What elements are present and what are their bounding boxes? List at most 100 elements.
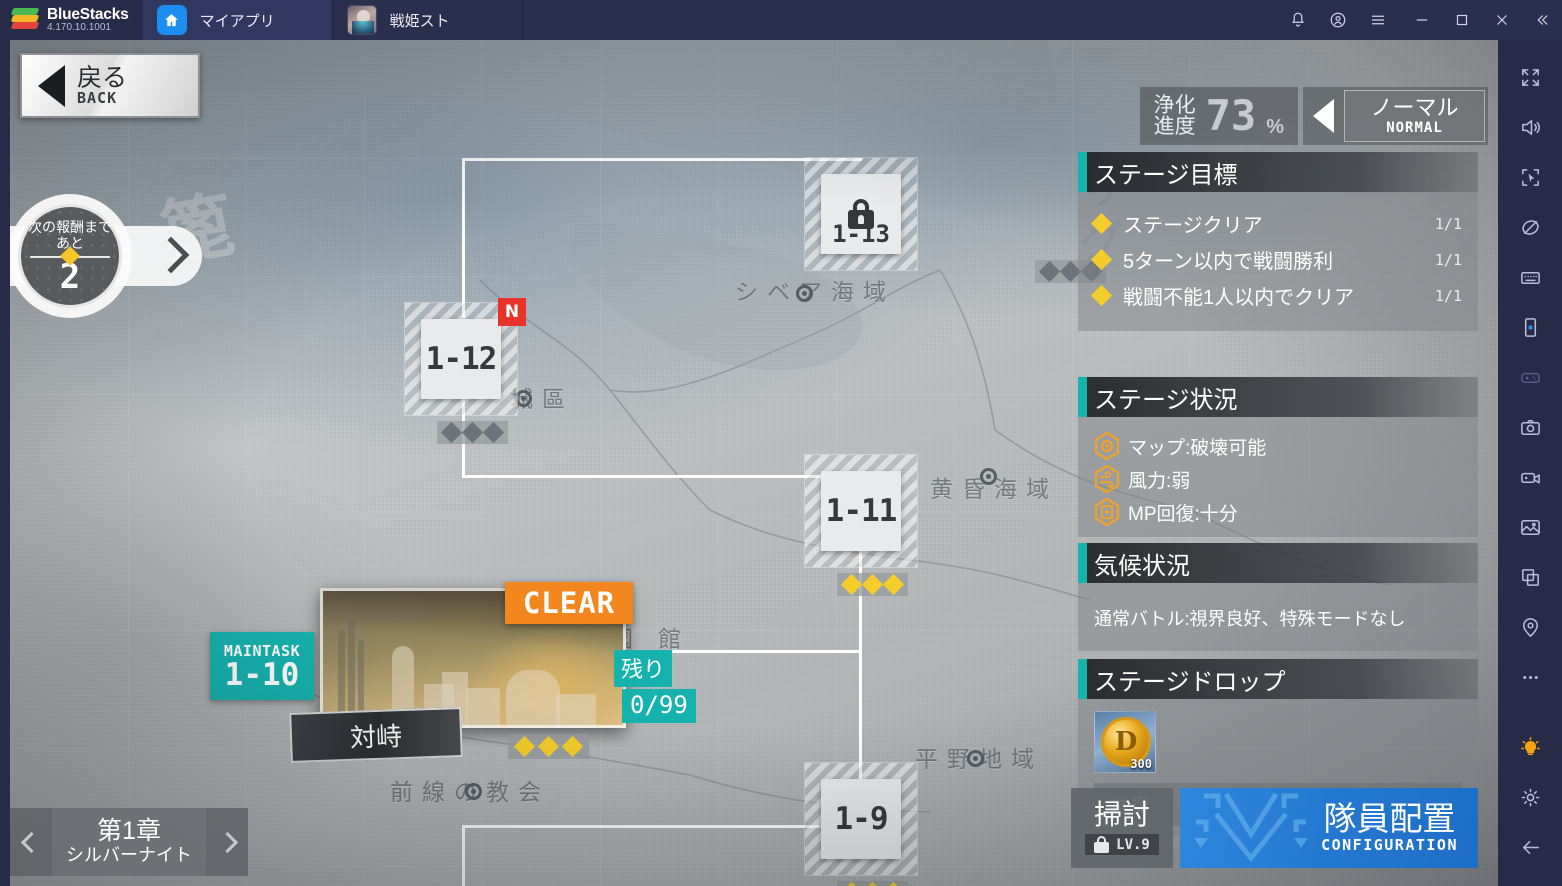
maximize-icon[interactable]: [1442, 0, 1482, 40]
condition-row: 風力:弱: [1094, 464, 1462, 494]
difficulty-label-en: NORMAL: [1386, 119, 1443, 136]
tab-game-label: 戦姫スト: [389, 12, 450, 30]
multi-instance-icon[interactable]: [1505, 552, 1555, 602]
chapter-subtitle: シルバーナイト: [66, 844, 192, 865]
objective-diamond-icon: [1090, 212, 1113, 235]
drops-title: ステージドロップ: [1094, 668, 1286, 696]
screenshot-icon[interactable]: [1505, 402, 1555, 452]
stage-info-panel: ステージ目標 ステージクリア 1/1 5ターン以内で戦闘勝利 1/1 戦闘不能1…: [1078, 152, 1478, 836]
bluestacks-brand: BlueStacks 4.170.10.1001: [0, 0, 143, 40]
chevron-right-icon: [216, 831, 238, 853]
chapter-current: 第1章 シルバーナイト: [52, 808, 206, 876]
objective-text: ステージクリア: [1123, 215, 1263, 237]
objectives-title: ステージ目標: [1094, 161, 1238, 189]
tab-my-apps[interactable]: マイアプリ: [142, 0, 333, 40]
back-button[interactable]: 戻る BACK: [20, 53, 200, 118]
weather-body: 通常バトル:視界良好、特殊モードなし: [1078, 583, 1478, 651]
chapter-next-button[interactable]: [206, 808, 248, 876]
configuration-button[interactable]: 隊員配置 CONFIGURATION: [1180, 788, 1478, 868]
collapse-icon[interactable]: [1522, 0, 1562, 40]
media-gallery-icon[interactable]: [1505, 502, 1555, 552]
home-icon: [156, 5, 187, 35]
sweep-lock-row: LV.9: [1085, 834, 1159, 855]
purity-label-line1: 浄化: [1153, 94, 1196, 117]
bluestacks-logo-icon: [10, 8, 40, 32]
location-icon[interactable]: [1505, 602, 1555, 652]
sweep-button[interactable]: 掃討 LV.9: [1071, 788, 1173, 868]
objective-row: 5ターン以内で戦闘勝利 1/1: [1090, 245, 1462, 274]
fullscreen-icon[interactable]: [1505, 52, 1555, 102]
conditions-title: ステージ状況: [1094, 386, 1238, 414]
bluestacks-sidebar: [1498, 40, 1562, 886]
purity-value: 73: [1205, 91, 1257, 140]
gamepad-icon[interactable]: [1505, 352, 1555, 402]
close-icon[interactable]: [1482, 0, 1522, 40]
difficulty-selector[interactable]: ノーマル NORMAL: [1303, 87, 1488, 145]
lock-icon: [1094, 836, 1110, 853]
back-button-label-jp: 戻る: [77, 63, 128, 92]
bluestacks-titlebar: BlueStacks 4.170.10.1001 マイアプリ 戦姫スト: [0, 0, 1562, 40]
reward-dial: 次の報酬まで あと 2: [10, 194, 132, 318]
difficulty-current[interactable]: ノーマル NORMAL: [1344, 90, 1485, 142]
objective-count: 1/1: [1434, 286, 1462, 305]
conditions-header: ステージ状況: [1078, 377, 1478, 417]
next-reward-widget[interactable]: 次の報酬まで あと 2: [10, 194, 216, 318]
purity-progress: 浄化 進度 73 %: [1139, 87, 1298, 145]
record-video-icon[interactable]: [1505, 452, 1555, 502]
conditions-body: マップ:破壊可能 風力:弱 MP回復:十分: [1078, 417, 1478, 537]
no-ads-icon[interactable]: [1505, 202, 1555, 252]
back-arrow-icon: [38, 64, 65, 107]
sweep-label: 掃討: [1093, 799, 1150, 830]
condition-row: MP回復:十分: [1094, 497, 1462, 527]
objective-text: 5ターン以内で戦闘勝利: [1123, 251, 1334, 273]
brand-version: 4.170.10.1001: [47, 21, 111, 33]
settings-gear-icon[interactable]: [1505, 772, 1555, 822]
chevron-left-icon: [20, 831, 42, 853]
configuration-label-jp: 隊員配置: [1323, 799, 1456, 837]
weather-title: 気候状況: [1094, 552, 1190, 580]
back-arrow-icon[interactable]: [1505, 822, 1555, 872]
condition-text: マップ:破壊可能: [1128, 437, 1267, 459]
objective-count: 1/1: [1434, 214, 1462, 233]
map-hex-icon: [1094, 431, 1120, 461]
drop-item[interactable]: D 300: [1094, 711, 1156, 773]
keyboard-icon[interactable]: [1505, 252, 1555, 302]
chapter-picker[interactable]: 第1章 シルバーナイト: [10, 808, 248, 876]
account-icon[interactable]: [1318, 0, 1358, 40]
menu-icon[interactable]: [1358, 0, 1398, 40]
reward-divider-diamond-icon: [30, 255, 110, 258]
tab-my-apps-label: マイアプリ: [199, 12, 275, 30]
purity-unit: %: [1266, 116, 1284, 138]
objective-diamond-icon: [1090, 248, 1113, 271]
configuration-decor-icon: [1186, 788, 1316, 868]
chapter-title: 第1章: [97, 817, 161, 846]
volume-icon[interactable]: [1505, 102, 1555, 152]
sweep-lock-level: LV.9: [1116, 836, 1150, 853]
tab-game[interactable]: 戦姫スト: [333, 0, 523, 40]
minimize-icon[interactable]: [1402, 0, 1442, 40]
drops-header: ステージドロップ: [1078, 659, 1478, 699]
objectives-body: ステージクリア 1/1 5ターン以内で戦闘勝利 1/1 戦闘不能1人以内でクリア…: [1078, 192, 1478, 331]
screen-root: BlueStacks 4.170.10.1001 マイアプリ 戦姫スト 戻る B…: [0, 0, 1562, 886]
mp-hex-icon: [1094, 497, 1120, 527]
weather-header: 気候状況: [1078, 543, 1478, 583]
game-avatar-icon: [346, 5, 377, 35]
condition-text: 風力:弱: [1128, 470, 1191, 492]
action-buttons: 掃討 LV.9 隊員配置 CONFIGURATION: [1071, 788, 1478, 868]
reward-line1: 次の報酬まで: [28, 219, 112, 236]
difficulty-prev-arrow-icon[interactable]: [1313, 99, 1334, 133]
tips-bulb-icon[interactable]: [1505, 722, 1555, 772]
condition-text: MP回復:十分: [1128, 503, 1238, 525]
objectives-header: ステージ目標: [1078, 152, 1478, 192]
objective-count: 1/1: [1434, 250, 1462, 269]
purity-label-line2: 進度: [1153, 115, 1196, 138]
more-icon[interactable]: [1505, 652, 1555, 702]
rotate-portrait-icon[interactable]: [1505, 302, 1555, 352]
game-viewport[interactable]: 篦 リグ シベア海域 黄昏海域 平野地域 前線の教会 城區 國 館: [10, 40, 1498, 886]
objective-row: ステージクリア 1/1: [1090, 209, 1462, 238]
back-button-label-en: BACK: [77, 88, 118, 107]
cursor-target-icon[interactable]: [1505, 152, 1555, 202]
chapter-prev-button[interactable]: [10, 808, 52, 876]
weather-text: 通常バトル:視界良好、特殊モードなし: [1094, 609, 1406, 629]
notification-bell-icon[interactable]: [1278, 0, 1318, 40]
